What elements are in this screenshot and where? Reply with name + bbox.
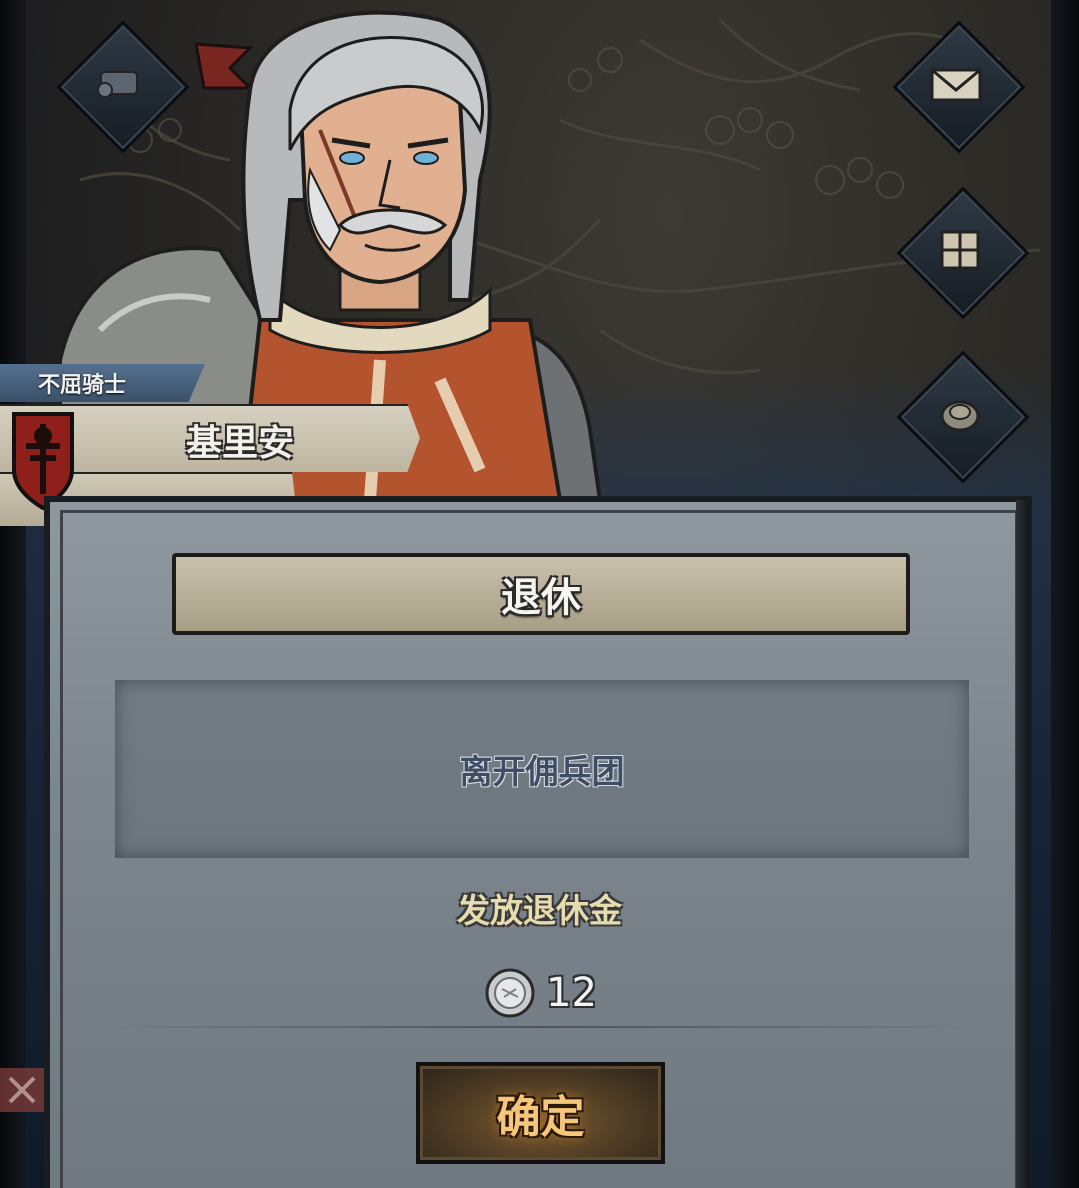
dialog-description: 离开佣兵团 bbox=[459, 752, 625, 791]
confirm-button-label: 确定 bbox=[496, 1092, 585, 1143]
payout-label: 发放退休金 bbox=[457, 891, 622, 930]
inventory-grid-icon bbox=[916, 206, 1004, 294]
character-class-title: 不屈骑士 bbox=[38, 373, 127, 398]
character-class-ribbon: 不屈骑士 bbox=[0, 364, 205, 402]
dialog-description-box: 离开佣兵团 bbox=[115, 680, 969, 858]
character-name: 基里安 bbox=[186, 423, 295, 464]
faction-shield-icon bbox=[12, 412, 74, 510]
coin-purse-icon bbox=[916, 370, 1004, 458]
game-screen: 不屈骑士 基里安 退休 离开佣兵团 发放退休金 12 确定 bbox=[0, 0, 1079, 1188]
mail-icon bbox=[912, 40, 1000, 128]
silver-coin-icon bbox=[485, 968, 535, 1018]
crossed-swords-icon[interactable] bbox=[0, 1068, 44, 1112]
retire-dialog-edge bbox=[1016, 500, 1030, 1188]
left-screen-edge bbox=[0, 0, 26, 1188]
payout-cost: 12 bbox=[484, 965, 597, 1021]
right-screen-edge bbox=[1051, 0, 1079, 1188]
payout-amount: 12 bbox=[546, 970, 597, 1016]
confirm-button[interactable]: 确定 bbox=[416, 1062, 665, 1164]
dialog-title: 退休 bbox=[501, 575, 581, 621]
dialog-header: 退休 bbox=[172, 553, 910, 635]
dialog-divider bbox=[100, 1026, 980, 1028]
